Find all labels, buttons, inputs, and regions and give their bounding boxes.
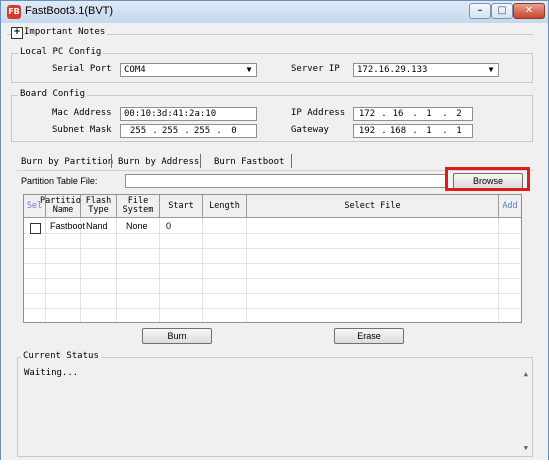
subnet-dot: .	[216, 126, 222, 136]
gateway-octet: 168	[389, 126, 407, 136]
status-text-area[interactable]: Waiting...	[24, 368, 514, 452]
window-title: FastBoot3.1(BVT)	[25, 5, 114, 17]
gateway-octet: 192	[358, 126, 376, 136]
notes-label: Important Notes	[24, 27, 108, 37]
mac-address-field[interactable]: 00:10:3d:41:2a:10	[120, 107, 257, 121]
select-file-header: Select File	[247, 195, 499, 218]
partition-table: Sel Partition Name Flash Type File Syste…	[23, 194, 522, 323]
subnet-mask-label: Subnet Mask	[52, 125, 112, 135]
file-system-header: File System	[117, 195, 160, 218]
gateway-field[interactable]: 192 . 168 . 1 . 1	[353, 124, 473, 138]
length-cell	[206, 219, 209, 233]
burn-button[interactable]: Burn	[142, 328, 212, 344]
tab-burn-fastboot[interactable]: Burn Fastboot	[214, 155, 284, 169]
maximize-button[interactable]: □	[491, 3, 513, 19]
ip-octet: 172	[358, 109, 376, 119]
ip-octet: 1	[426, 109, 432, 119]
subnet-octet: 255	[161, 126, 179, 136]
mac-address-label: Mac Address	[52, 108, 112, 118]
subnet-dot: .	[184, 126, 190, 136]
row-line	[24, 263, 521, 264]
partition-table-input[interactable]	[125, 174, 447, 188]
tab-burn-by-partition[interactable]: Burn by Partition	[21, 155, 113, 169]
tab-burn-by-address[interactable]: Burn by Address	[118, 155, 199, 169]
tab-separator	[200, 154, 201, 168]
subnet-octet: 255	[129, 126, 147, 136]
minimize-button[interactable]: –	[469, 3, 491, 19]
chevron-down-icon[interactable]: ▼	[484, 64, 498, 76]
row-line	[24, 308, 521, 309]
current-status-group: Current Status Waiting... ▲ ▼	[17, 351, 533, 457]
ip-octet: 2	[456, 109, 462, 119]
gateway-octet: 1	[456, 126, 462, 136]
ip-address-field[interactable]: 172 . 16 . 1 . 2	[353, 107, 473, 121]
subnet-dot: .	[152, 126, 158, 136]
current-status-label: Current Status	[21, 351, 101, 361]
app-window: FB FastBoot3.1(BVT) – □ ✕ + Important No…	[0, 0, 549, 467]
header-line: Type	[88, 205, 109, 215]
server-ip-label: Server IP	[291, 64, 340, 74]
serial-port-value: COM4	[124, 65, 146, 75]
close-button[interactable]: ✕	[513, 3, 545, 19]
server-ip-select[interactable]: 172.16.29.133 ▼	[353, 63, 499, 77]
scroll-down-icon[interactable]: ▼	[524, 444, 528, 452]
header-line: System	[122, 205, 154, 215]
erase-button[interactable]: Erase	[334, 328, 404, 344]
header-line: Name	[52, 205, 74, 215]
gateway-octet: 1	[426, 126, 432, 136]
row-line	[24, 278, 521, 279]
row-select-checkbox[interactable]	[30, 223, 41, 234]
serial-port-label: Serial Port	[52, 64, 112, 74]
start-cell: 0	[166, 221, 172, 231]
partition-name-cell: Fastboot	[50, 221, 86, 231]
board-config-label: Board Config	[18, 89, 88, 99]
tab-separator	[291, 154, 292, 168]
title-bar: FB FastBoot3.1(BVT) – □ ✕	[1, 1, 548, 23]
select-file-cell[interactable]	[250, 219, 253, 233]
file-system-cell: None	[126, 221, 148, 231]
flash-type-header: Flash Type	[81, 195, 117, 218]
length-header: Length	[203, 195, 247, 218]
subnet-octet: 0	[231, 126, 237, 136]
server-ip-value: 172.16.29.133	[357, 65, 428, 75]
subnet-octet: 255	[193, 126, 211, 136]
scroll-up-icon[interactable]: ▲	[524, 370, 528, 378]
ip-octet: 16	[392, 109, 404, 119]
row-line	[24, 293, 521, 294]
ip-address-label: IP Address	[291, 108, 346, 118]
chevron-down-icon[interactable]: ▼	[242, 64, 256, 76]
partition-table-label: Partition Table File:	[21, 176, 98, 186]
serial-port-select[interactable]: COM4 ▼	[120, 63, 257, 77]
gateway-label: Gateway	[291, 125, 329, 135]
local-pc-config-label: Local PC Config	[18, 47, 104, 57]
row-line	[24, 248, 521, 249]
notes-expand-icon[interactable]: +	[11, 27, 23, 39]
subnet-mask-field[interactable]: 255 . 255 . 255 . 0	[120, 124, 257, 138]
partition-name-header: Partition Name	[40, 195, 86, 218]
row-line	[24, 233, 521, 234]
start-header: Start	[160, 195, 203, 218]
browse-highlight-box	[445, 167, 530, 191]
app-icon: FB	[7, 5, 21, 19]
add-header[interactable]: Add	[499, 195, 521, 218]
flash-type-cell: Nand	[86, 221, 108, 231]
bottom-strip	[0, 460, 549, 467]
tab-separator	[111, 154, 112, 168]
